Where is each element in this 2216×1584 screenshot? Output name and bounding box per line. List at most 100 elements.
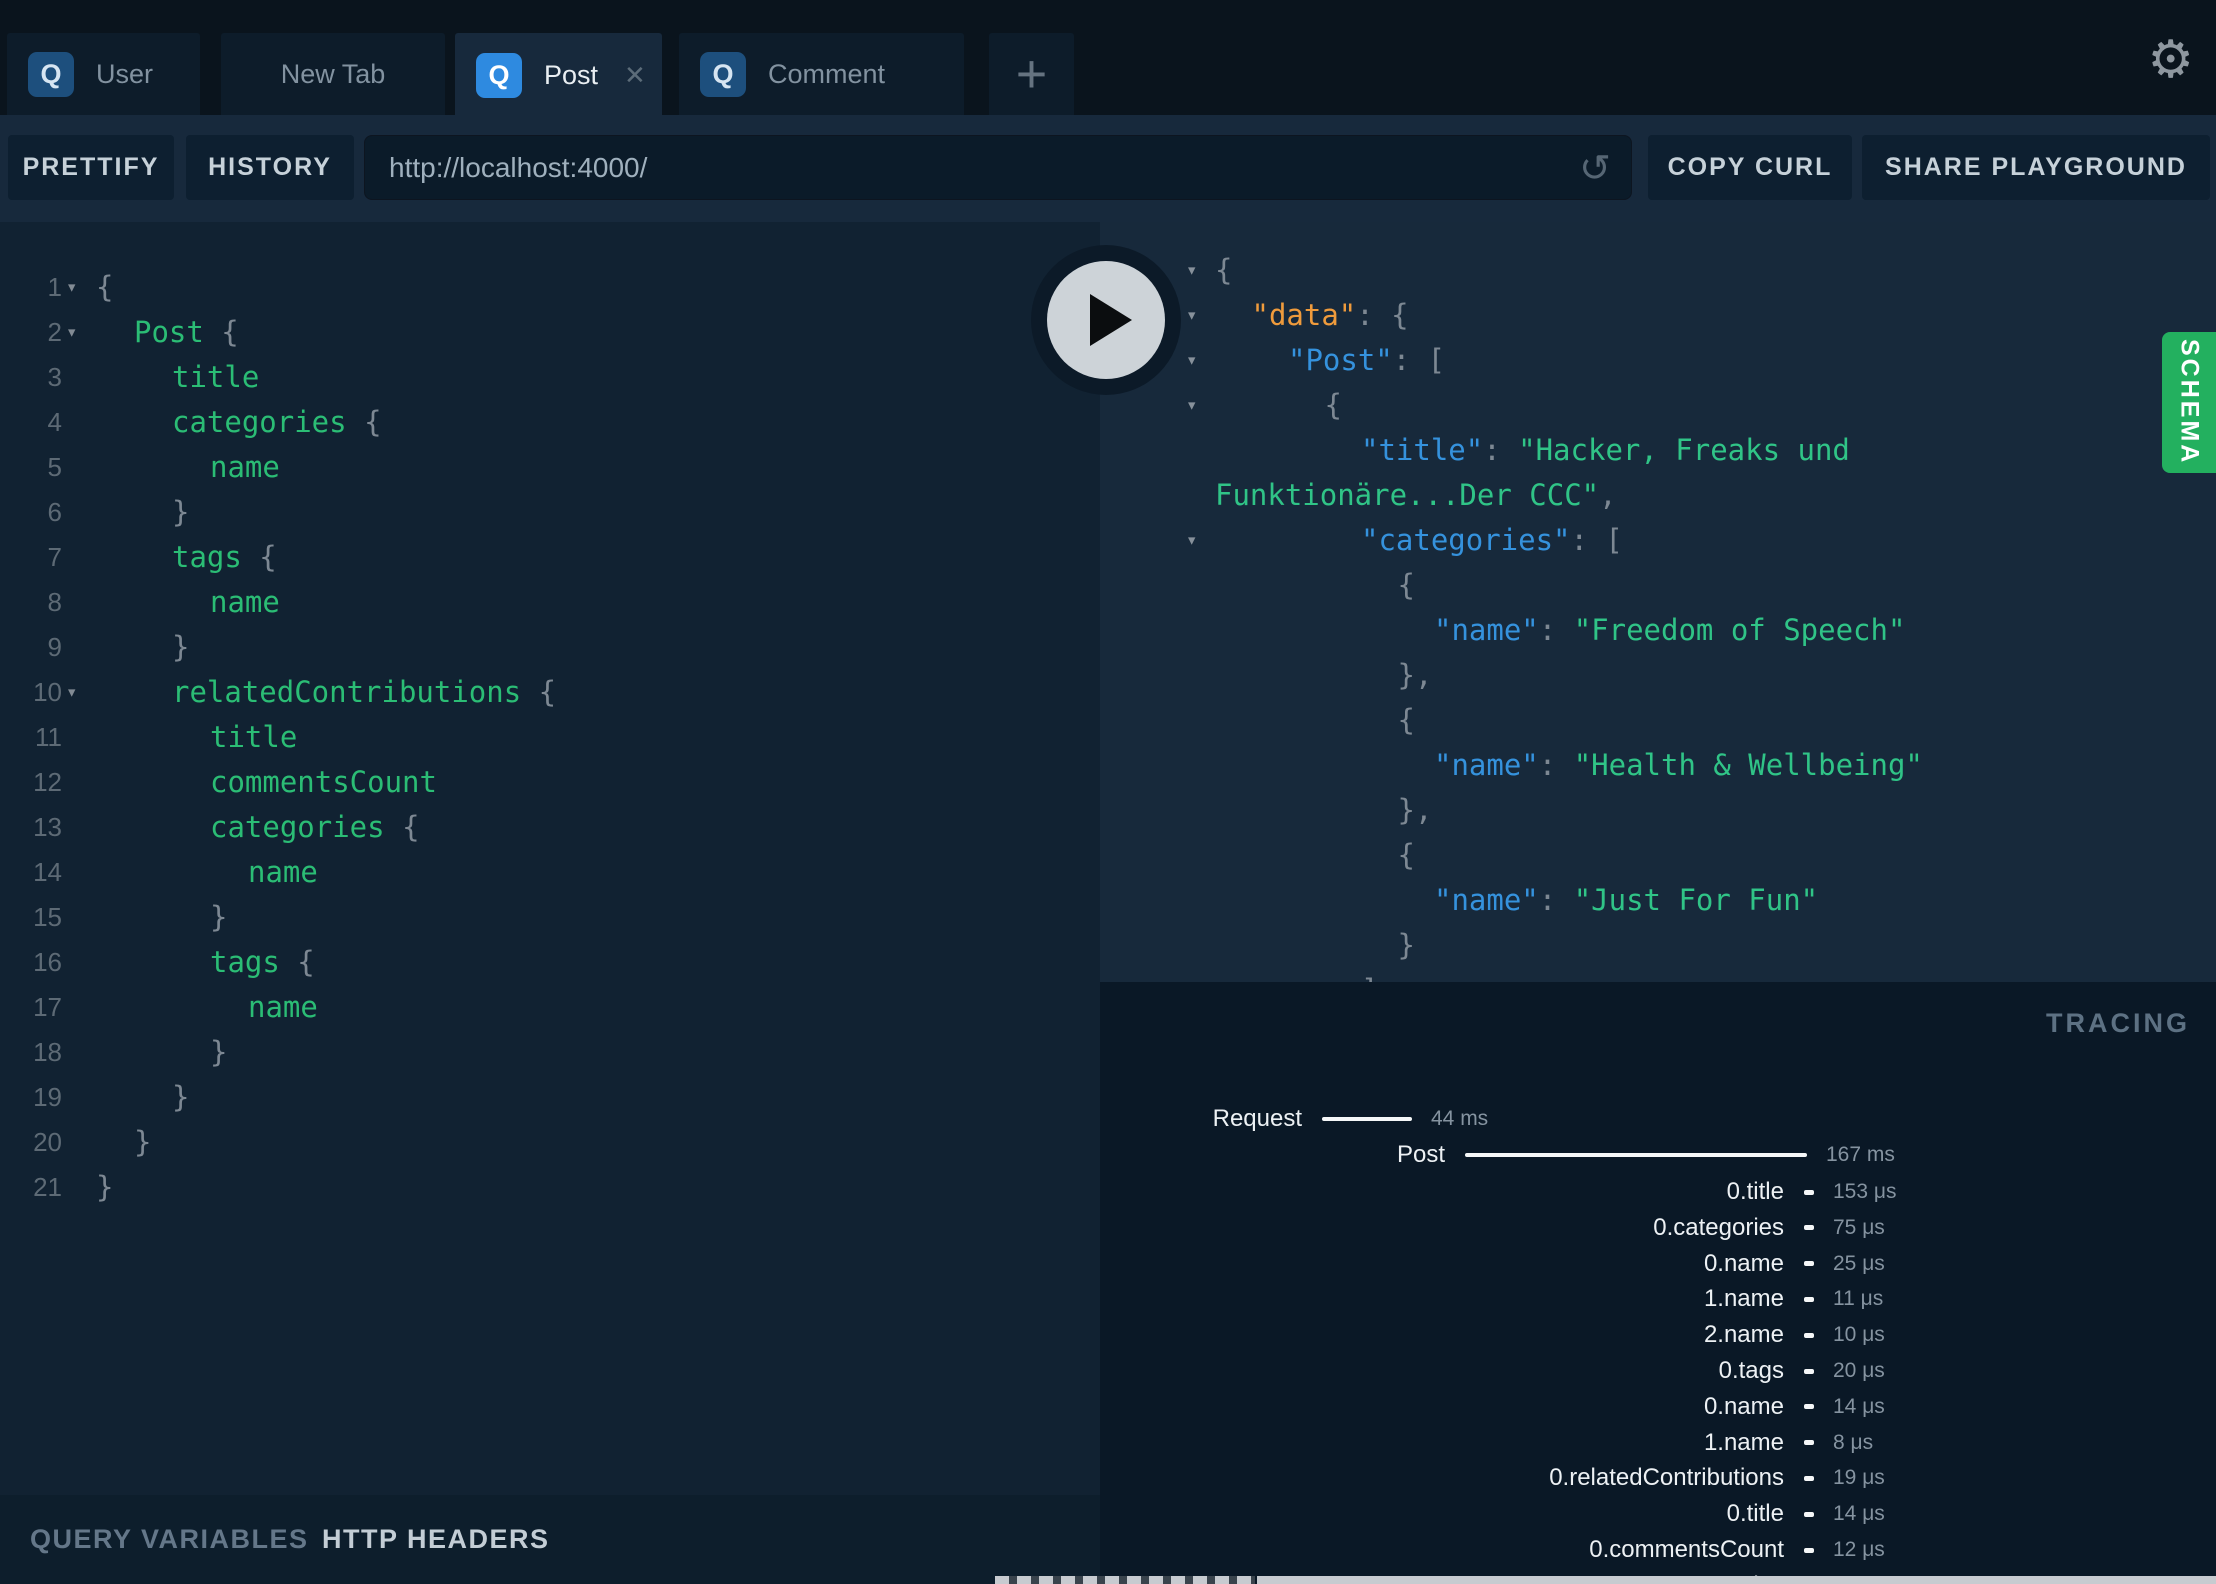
execute-query-button[interactable] [1031,245,1181,395]
horizontal-scrollbar[interactable] [1257,1576,2216,1584]
response-line: ▾ "data": { [1100,293,2216,338]
line-number: 18 [33,1037,62,1067]
response-json: { [1397,568,1415,602]
add-tab-button[interactable]: + [989,33,1074,115]
tracing-duration-value: 167 ms [1826,1143,1895,1166]
line-number: 3 [47,362,62,392]
tab-label: New Tab [280,58,386,89]
response-line: "name": "Health & Wellbeing" [1100,743,2216,788]
graphql-playground-window: Q User New Tab Q Post ✕ Q Comment + ⚙ PRETTIFY … [0,0,2216,1584]
response-line: } [1100,923,2216,968]
query-code: name [248,990,318,1024]
fold-arrow-icon[interactable]: ▾ [66,310,92,355]
query-line: 16 tags { [0,940,1100,985]
tracing-duration-value: 14 μs [1833,1394,1885,1418]
response-json: "name": "Freedom of Speech" [1434,613,1906,647]
horizontal-scrollbar-clipped-text [995,1576,1255,1584]
schema-side-tab[interactable]: SCHEMA [2162,332,2216,473]
query-code: } [172,630,190,664]
query-badge-icon: Q [476,52,522,98]
query-editor[interactable]: 1 ▾{2 ▾ Post {3 title 4 categories {5 name 6} 7 ta… [0,222,1100,1495]
query-code: tags { [210,945,315,979]
response-json: "name": "Just For Fun" [1434,883,1819,917]
query-code: categories { [172,405,382,439]
tracing-field-row: 0.title 14 μs [1100,1497,2216,1531]
line-number: 19 [33,1082,62,1112]
query-code: } [172,1080,190,1114]
prettify-button[interactable]: PRETTIFY [8,135,174,200]
tracing-field-row: 0.commentsCount 12 μs [1100,1533,2216,1567]
fold-arrow-icon[interactable]: ▾ [66,265,92,310]
query-line: 19} [0,1075,1100,1120]
fold-arrow-icon[interactable]: ▾ [66,670,92,715]
share-playground-button[interactable]: SHARE PLAYGROUND [1862,135,2210,200]
tab-comment[interactable]: Q Comment [679,33,964,115]
response-line: "title": "Hacker, Freaks und [1100,428,2216,473]
query-code: commentsCount [210,765,437,799]
query-line: 11 title [0,715,1100,760]
tracing-title: TRACING [2046,1008,2190,1038]
response-json: "categories": [ [1361,523,1623,557]
line-number: 15 [33,902,62,932]
tracing-span-row: Request 44 ms [1100,1102,2216,1136]
response-json: Funktionäre...Der CCC", [1215,478,1617,512]
endpoint-url-input[interactable]: http://localhost:4000/ ↺ [364,135,1632,200]
tracing-duration-bar [1804,1547,1814,1553]
query-line: 5 name [0,445,1100,490]
tracing-duration-bar [1804,1475,1814,1481]
tracing-field-label: 1.name [1703,1428,1784,1456]
query-code: } [172,495,190,529]
response-line: ▾ "categories": [ [1100,518,2216,563]
tracing-field-label: Post [1396,1141,1445,1168]
tracing-duration-bar [1804,1368,1814,1374]
response-json: { [1324,388,1342,422]
refresh-schema-icon[interactable]: ↺ [1579,146,1611,190]
query-variables-tab[interactable]: QUERY VARIABLES [30,1495,309,1584]
tracing-field-row: 1.name 11 μs [1100,1282,2216,1316]
tracing-duration-bar [1804,1296,1814,1302]
line-number: 5 [47,452,62,482]
fold-arrow-icon[interactable]: ▾ [1186,338,1197,383]
tracing-field-row: 1.name 8 μs [1100,1426,2216,1460]
tracing-field-label: 0.tags [1718,1357,1784,1384]
query-line: 18} [0,1030,1100,1075]
line-number: 20 [33,1127,62,1157]
response-line: ▾{ [1100,248,2216,293]
response-json: "Post": [ [1288,343,1446,377]
tab-user[interactable]: Q User [7,33,200,115]
fold-arrow-icon[interactable]: ▾ [1186,383,1197,428]
close-tab-icon[interactable]: ✕ [624,60,646,91]
tracing-field-label: 0.relatedContributions [1549,1464,1784,1492]
line-number: 4 [47,407,62,437]
line-number: 8 [47,587,62,617]
response-line: }, [1100,653,2216,698]
tracing-field-label: 0.name [1703,1392,1784,1420]
response-json: } [1397,928,1415,962]
tracing-field-row: 0.name 14 μs [1100,1390,2216,1424]
query-code: title [172,360,260,394]
response-line: ▾{ [1100,383,2216,428]
fold-arrow-icon[interactable]: ▾ [1186,248,1197,293]
settings-gear-icon[interactable]: ⚙ [2147,32,2194,88]
query-line: 17 name [0,985,1100,1030]
query-code: } [210,1035,228,1069]
fold-arrow-icon[interactable]: ▾ [1186,293,1197,338]
query-code: { [96,270,114,304]
query-line: 20} [0,1120,1100,1165]
tracing-duration-value: 75 μs [1833,1215,1885,1239]
query-code: tags { [172,540,277,574]
response-json: { [1397,838,1415,872]
tab-new-tab[interactable]: New Tab [221,33,445,115]
http-headers-tab[interactable]: HTTP HEADERS [322,1495,550,1584]
line-number: 12 [33,767,62,797]
editor-footer: QUERY VARIABLES HTTP HEADERS [0,1495,1100,1584]
copy-curl-button[interactable]: COPY CURL [1648,135,1852,200]
tracing-field-label: Request [1212,1105,1302,1132]
line-number: 10 [33,677,62,707]
history-button[interactable]: HISTORY [186,135,354,200]
tab-post[interactable]: Q Post ✕ [455,33,662,117]
fold-arrow-icon[interactable]: ▾ [1186,518,1197,563]
tracing-duration-bar [1804,1332,1814,1338]
query-code: Post { [134,315,239,349]
tracing-field-label: 2.name [1703,1321,1784,1349]
